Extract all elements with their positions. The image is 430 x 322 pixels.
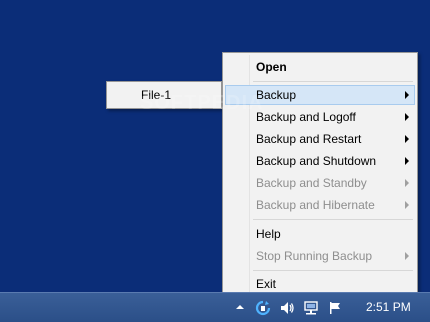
menu-item-label: Help xyxy=(256,227,281,241)
submenu-arrow-icon xyxy=(405,91,409,99)
submenu-arrow-icon xyxy=(405,201,409,209)
menu-item-backup-and-logoff[interactable]: Backup and Logoff xyxy=(225,107,415,127)
show-hidden-icons-arrow-icon[interactable] xyxy=(236,305,244,309)
tray-context-menu: Open Backup Backup and Logoff Backup and… xyxy=(222,52,418,300)
submenu-arrow-icon xyxy=(405,135,409,143)
menu-item-label: Backup and Shutdown xyxy=(256,154,377,168)
submenu-arrow-icon xyxy=(405,179,409,187)
menu-item-backup[interactable]: Backup xyxy=(225,85,415,105)
backup-submenu: File-1 xyxy=(106,81,222,109)
menu-item-backup-and-standby[interactable]: Backup and Standby xyxy=(225,173,415,193)
taskbar-clock[interactable]: 2:51 PM xyxy=(366,293,411,321)
network-icon[interactable] xyxy=(303,300,319,316)
menu-item-label: Exit xyxy=(256,277,277,291)
taskbar: 2:51 PM xyxy=(0,292,430,322)
menu-item-backup-and-restart[interactable]: Backup and Restart xyxy=(225,129,415,149)
menu-item-exit[interactable]: Exit xyxy=(225,274,415,294)
menu-separator xyxy=(253,270,413,271)
submenu-arrow-icon xyxy=(405,252,409,260)
menu-item-backup-and-hibernate[interactable]: Backup and Hibernate xyxy=(225,195,415,215)
menu-item-label: Open xyxy=(256,60,287,74)
menu-item-stop-running-backup[interactable]: Stop Running Backup xyxy=(225,246,415,266)
menu-item-help[interactable]: Help xyxy=(225,224,415,244)
submenu-arrow-icon xyxy=(405,113,409,121)
submenu-item-file-1[interactable]: File-1 xyxy=(109,85,219,105)
volume-icon[interactable] xyxy=(279,300,295,316)
menu-item-label: Backup and Restart xyxy=(256,132,362,146)
action-center-flag-icon[interactable] xyxy=(327,300,343,316)
menu-item-label: Stop Running Backup xyxy=(256,249,373,263)
menu-item-label: Backup xyxy=(256,88,297,102)
backup-app-icon[interactable] xyxy=(255,300,271,316)
menu-separator xyxy=(253,81,413,82)
menu-item-label: Backup and Standby xyxy=(256,176,367,190)
menu-item-backup-and-shutdown[interactable]: Backup and Shutdown xyxy=(225,151,415,171)
menu-item-label: Backup and Hibernate xyxy=(256,198,375,212)
menu-item-open[interactable]: Open xyxy=(225,57,415,77)
menu-item-label: Backup and Logoff xyxy=(256,110,356,124)
menu-separator xyxy=(253,219,413,220)
submenu-arrow-icon xyxy=(405,157,409,165)
